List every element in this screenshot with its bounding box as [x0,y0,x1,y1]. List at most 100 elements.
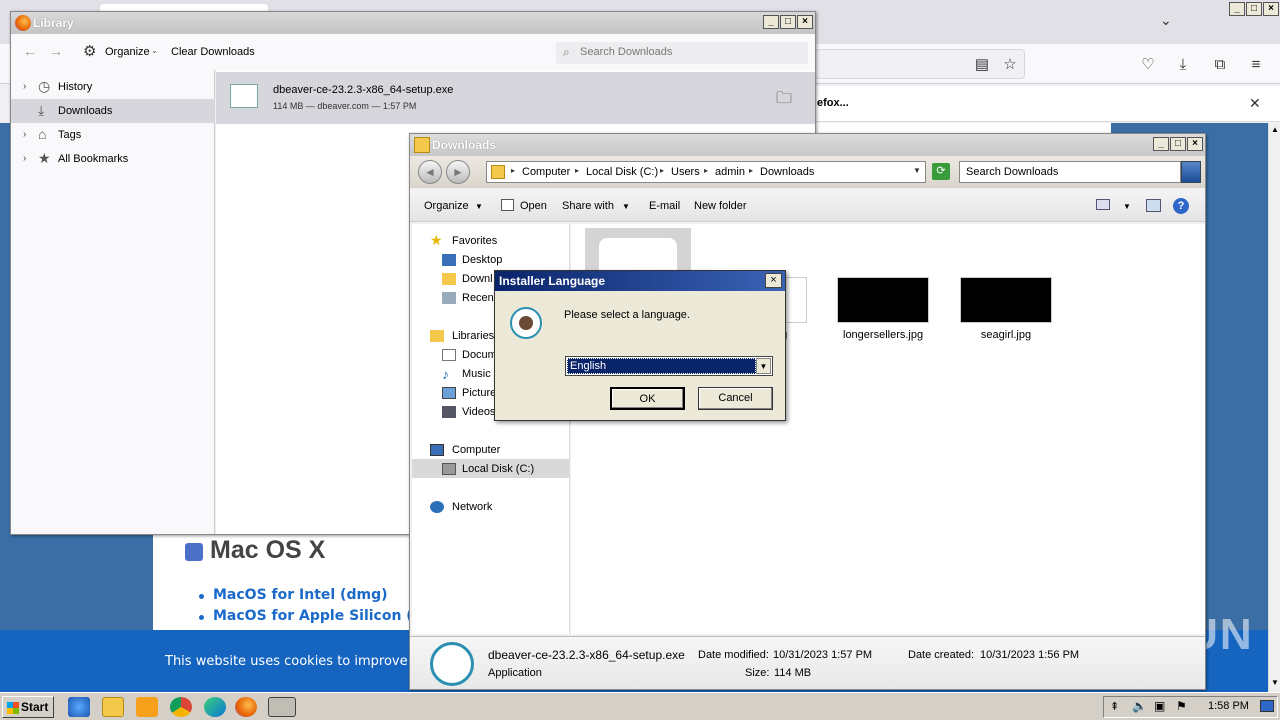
chevron-right-icon[interactable]: › [23,153,26,164]
download-item[interactable]: dbeaver-ce-23.2.3-x86_64-setup.exe 114 M… [216,72,815,124]
breadcrumb-admin[interactable]: admin [715,166,745,178]
close-icon[interactable]: × [1263,2,1279,16]
forward-arrow-icon[interactable]: ► [446,160,470,184]
file-thumbnail[interactable] [837,277,929,323]
minimize-icon[interactable]: _ [1229,2,1245,16]
library-search-input[interactable]: ⌕ Search Downloads [556,42,808,64]
close-notification-icon[interactable]: ✕ [1249,95,1261,112]
tree-videos[interactable]: Videos [462,406,495,418]
tree-music[interactable]: Music [462,368,491,380]
close-icon[interactable]: × [797,15,813,29]
sidebar-item-downloads[interactable]: ⤓ Downloads [11,99,215,123]
chevron-down-icon[interactable]: ▼ [756,358,771,374]
explorer-icon[interactable] [102,697,124,717]
pocket-icon[interactable]: ♡ [1138,54,1158,74]
volume-icon[interactable]: 🔈 [1132,699,1147,713]
dialog-titlebar[interactable]: Installer Language × [495,271,785,291]
gear-icon[interactable]: ⚙ [83,42,96,60]
tray-expand-icon[interactable]: ⇞ [1110,700,1119,713]
help-icon[interactable]: ? [1173,198,1189,214]
tree-favorites[interactable]: Favorites [452,235,497,247]
edge-icon[interactable] [204,697,226,717]
explorer-titlebar[interactable]: Downloads _ □ × [410,134,1205,156]
chevron-right-icon[interactable]: ▸ [660,166,664,175]
cancel-button[interactable]: Cancel [698,387,773,410]
tree-local-disk[interactable]: Local Disk (C:) [462,463,534,475]
page-scrollbar[interactable]: ▲ ▼ [1268,123,1280,692]
chrome-icon[interactable] [170,697,192,717]
organize-button[interactable]: Organize [105,46,150,58]
share-with-button[interactable]: Share with [562,200,614,212]
clear-downloads-button[interactable]: Clear Downloads [171,46,255,58]
downloads-icon[interactable]: ⤓ [1173,54,1193,74]
maximize-icon[interactable]: □ [780,15,796,29]
file-thumbnail[interactable] [960,277,1052,323]
open-button[interactable]: Open [520,200,547,212]
chevron-down-icon[interactable]: ▼ [1123,202,1131,211]
breadcrumb-local-disk[interactable]: Local Disk (C:) [586,166,658,178]
forward-arrow-icon[interactable]: → [49,43,63,59]
back-arrow-icon[interactable]: ← [23,43,37,59]
flag-icon[interactable]: ⚑ [1176,699,1187,713]
chevron-down-icon[interactable]: ▼ [475,202,483,211]
breadcrumb-users[interactable]: Users [671,166,700,178]
refresh-icon[interactable]: ⟳ [932,163,950,180]
tree-network[interactable]: Network [452,501,492,513]
library-titlebar[interactable]: Library _ □ × [11,12,815,34]
organize-button[interactable]: Organize [424,200,469,212]
reader-view-icon[interactable]: ▤ [972,54,992,74]
chevron-right-icon[interactable]: ▸ [749,166,753,175]
tree-recent[interactable]: Recen [462,292,494,304]
breadcrumb-computer[interactable]: Computer [522,166,570,178]
clock[interactable]: 1:58 PM [1208,700,1249,712]
email-button[interactable]: E-mail [649,200,680,212]
chevron-down-icon[interactable]: ▼ [913,166,921,175]
sidebar-item-bookmarks[interactable]: › ★ All Bookmarks [11,147,215,171]
start-button[interactable]: Start [2,696,54,718]
chevron-right-icon[interactable]: ▸ [575,166,579,175]
installer-taskbar-icon[interactable] [268,697,296,717]
chevron-right-icon[interactable]: ▸ [511,166,515,175]
explorer-search-input[interactable]: Search Downloads [959,161,1181,183]
tab-list-icon[interactable]: ⌄ [1160,12,1172,29]
menu-icon[interactable]: ≡ [1246,54,1266,74]
ie-icon[interactable] [68,697,90,717]
chevron-right-icon[interactable]: › [23,129,26,140]
chevron-right-icon[interactable]: › [23,81,26,92]
ok-button[interactable]: OK [610,387,685,410]
minimize-icon[interactable]: _ [763,15,779,29]
firefox-icon[interactable] [235,697,257,717]
view-icon[interactable] [1096,199,1110,210]
back-arrow-icon[interactable]: ◄ [418,160,442,184]
network-tray-icon[interactable]: ▣ [1154,699,1165,713]
tree-libraries[interactable]: Libraries [452,330,494,342]
show-desktop-icon[interactable] [1260,700,1274,712]
extensions-icon[interactable]: ⧉ [1210,54,1230,74]
chevron-right-icon[interactable]: ▸ [704,166,708,175]
macos-intel-link[interactable]: MacOS for Intel (dmg) [213,587,388,603]
close-icon[interactable]: × [765,273,782,288]
breadcrumb-downloads[interactable]: Downloads [760,166,814,178]
scroll-up-icon[interactable]: ▲ [1271,125,1279,134]
close-icon[interactable]: × [1187,137,1203,151]
macos-silicon-link[interactable]: MacOS for Apple Silicon (dm [213,608,437,624]
sidebar-item-tags[interactable]: › ⌂ Tags [11,123,215,147]
address-bar[interactable]: ▸ Computer ▸ Local Disk (C:) ▸ Users ▸ a… [486,161,926,183]
search-icon[interactable] [1181,161,1201,183]
chevron-down-icon[interactable]: ▼ [622,202,630,211]
tree-desktop[interactable]: Desktop [462,254,502,266]
tree-downloads[interactable]: Downl [462,273,493,285]
url-bar[interactable]: ▤ ☆ [815,49,1025,79]
tree-documents[interactable]: Docum [462,349,497,361]
show-in-folder-icon[interactable]: 🗀 [776,87,792,114]
scroll-down-icon[interactable]: ▼ [1271,678,1279,687]
maximize-icon[interactable]: □ [1170,137,1186,151]
media-player-icon[interactable] [136,697,158,717]
tree-pictures[interactable]: Picture [462,387,496,399]
tree-computer[interactable]: Computer [452,444,500,456]
minimize-icon[interactable]: _ [1153,137,1169,151]
language-select[interactable]: English ▼ [565,356,773,376]
maximize-icon[interactable]: □ [1246,2,1262,16]
preview-pane-icon[interactable] [1146,199,1161,212]
bookmark-star-icon[interactable]: ☆ [1000,54,1020,74]
